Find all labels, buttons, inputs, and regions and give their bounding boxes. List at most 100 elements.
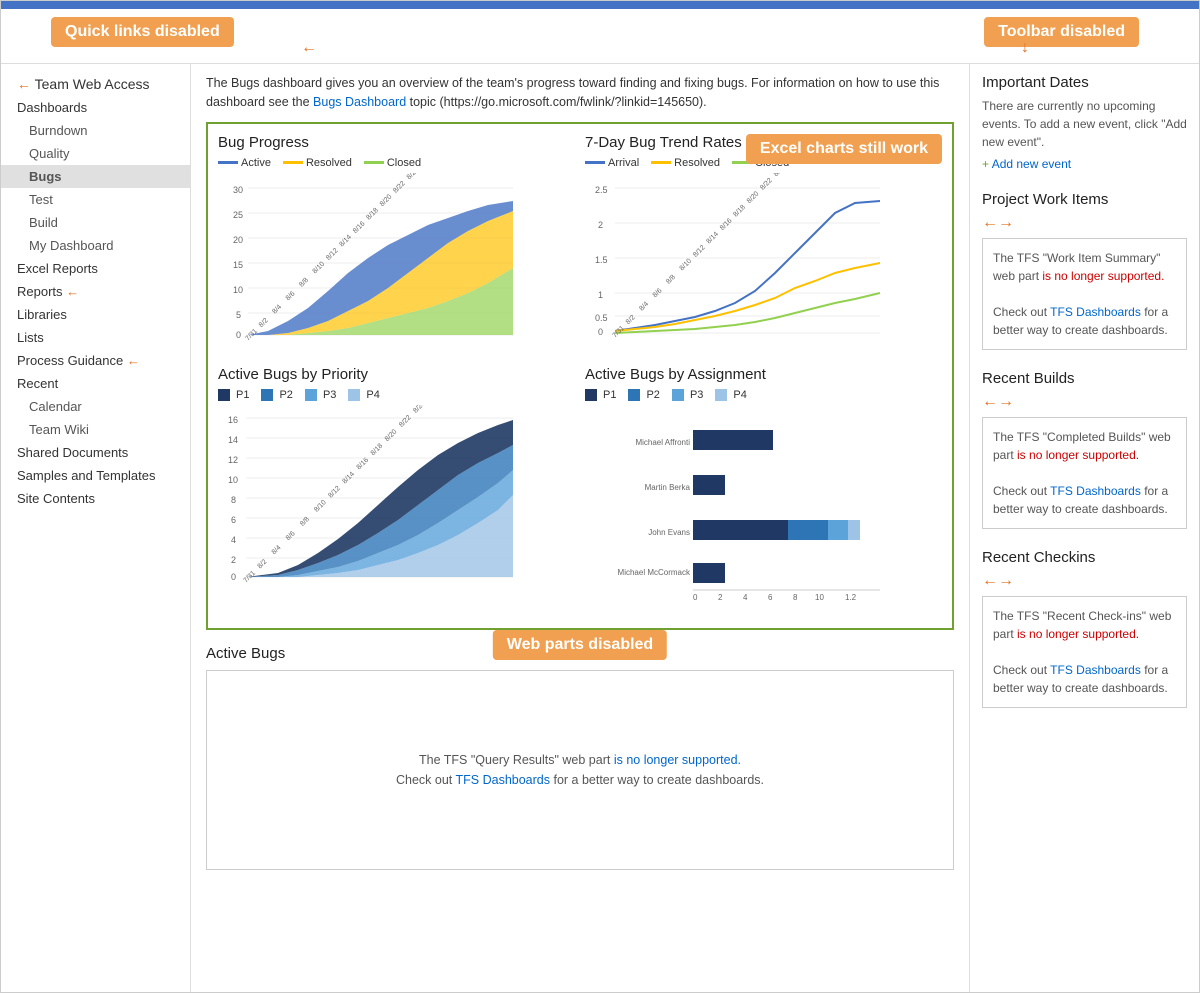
bar-affronti-p1	[693, 430, 773, 450]
tfs-dashboards-link-1[interactable]: TFS Dashboards	[456, 773, 550, 787]
sidebar-item-my-dashboard[interactable]: My Dashboard	[1, 234, 190, 257]
quick-links-arrow: ←	[301, 39, 317, 57]
svg-text:8/16: 8/16	[719, 217, 734, 232]
bug-progress-chart: Bug Progress Active Resolved	[218, 134, 575, 356]
svg-text:8/16: 8/16	[352, 220, 367, 235]
trend-rates-chart: 7-Day Bug Trend Rates Arrival Resolved	[585, 134, 942, 356]
svg-text:2: 2	[718, 593, 723, 602]
svg-text:8/24: 8/24	[773, 173, 788, 178]
p2-color	[261, 389, 273, 401]
sidebar-item-quality[interactable]: Quality	[1, 142, 190, 165]
svg-text:8/4: 8/4	[271, 544, 283, 556]
sidebar-item-lists[interactable]: Lists	[1, 326, 190, 349]
query-not-supported-link[interactable]: is no longer supported.	[614, 753, 741, 767]
recent-builds-box: The TFS "Completed Builds" web part is n…	[982, 417, 1187, 529]
tfs-dashboards-link-2[interactable]: TFS Dashboards	[1050, 305, 1141, 319]
active-bugs-webpart: The TFS "Query Results" web part is no l…	[206, 670, 954, 870]
svg-text:30: 30	[233, 185, 243, 195]
sidebar-item-dashboards[interactable]: Dashboards	[1, 96, 190, 119]
important-dates-section: Important Dates There are currently no u…	[982, 74, 1187, 171]
sidebar-item-libraries[interactable]: Libraries	[1, 303, 190, 326]
sidebar-item-reports[interactable]: Reports ←	[1, 280, 190, 303]
project-work-arrow: ←→	[982, 214, 1014, 232]
svg-text:8/18: 8/18	[732, 203, 747, 218]
svg-text:8/22: 8/22	[392, 179, 407, 194]
sidebar-item-test[interactable]: Test	[1, 188, 190, 211]
legend-closed-label: Closed	[387, 157, 421, 169]
assign-legend-p1: P1	[585, 389, 616, 401]
svg-text:8/4: 8/4	[271, 303, 283, 315]
recent-checkins-title: Recent Checkins	[982, 549, 1187, 566]
bug-progress-title: Bug Progress	[218, 134, 575, 151]
bar-evans-p1	[693, 520, 788, 540]
add-event-button[interactable]: Add new event	[982, 157, 1187, 171]
checkins-not-supported: is no longer supported.	[1017, 627, 1139, 641]
svg-text:8/10: 8/10	[313, 499, 328, 514]
sidebar-item-excel-reports[interactable]: Excel Reports	[1, 257, 190, 280]
assignment-chart: Active Bugs by Assignment P1 P2 P3	[585, 366, 942, 608]
assignment-legend: P1 P2 P3 P4	[585, 389, 942, 401]
svg-text:15: 15	[233, 260, 243, 270]
sidebar-item-bugs[interactable]: Bugs	[1, 165, 190, 188]
svg-text:8: 8	[793, 593, 798, 602]
svg-text:2.5: 2.5	[595, 185, 608, 195]
sidebar-item-build[interactable]: Build	[1, 211, 190, 234]
trend-legend-arrival: Arrival	[585, 157, 639, 169]
trend-resolved-label: Resolved	[674, 157, 720, 169]
bugs-dashboard-link[interactable]: Bugs Dashboard	[313, 95, 406, 109]
recent-builds-section: Recent Builds ←→ The TFS "Completed Buil…	[982, 370, 1187, 529]
assign-legend-p2: P2	[628, 389, 659, 401]
sidebar-item-samples-templates[interactable]: Samples and Templates	[1, 464, 190, 487]
svg-text:Martin Berka: Martin Berka	[645, 483, 691, 492]
svg-text:20: 20	[233, 235, 243, 245]
sidebar-item-recent[interactable]: Recent	[1, 372, 190, 395]
sidebar-item-burndown[interactable]: Burndown	[1, 119, 190, 142]
svg-text:0: 0	[693, 593, 698, 602]
svg-text:2: 2	[231, 555, 236, 565]
svg-text:8/2: 8/2	[258, 317, 270, 329]
svg-text:8/10: 8/10	[679, 257, 694, 272]
recent-builds-arrow: ←→	[982, 393, 1014, 411]
project-work-arrow-row: ←→	[982, 214, 1187, 232]
svg-text:0: 0	[236, 330, 241, 340]
important-dates-title: Important Dates	[982, 74, 1187, 91]
checkins-text: The TFS "Recent Check-ins" web part is n…	[993, 607, 1176, 643]
priority-legend-p3: P3	[305, 389, 336, 401]
svg-text:10: 10	[233, 285, 243, 295]
svg-text:12: 12	[228, 455, 238, 465]
recent-checkins-arrow-row: ←→	[982, 572, 1187, 590]
tfs-dashboards-link-4[interactable]: TFS Dashboards	[1050, 663, 1141, 677]
sidebar-item-process-guidance[interactable]: Process Guidance ←	[1, 349, 190, 372]
bar-evans-p4	[848, 520, 860, 540]
priority-legend-p1: P1	[218, 389, 249, 401]
svg-text:0: 0	[231, 572, 236, 582]
svg-text:8/8: 8/8	[299, 515, 311, 527]
builds-check: Check out TFS Dashboards for a better wa…	[993, 482, 1176, 518]
svg-text:16: 16	[228, 415, 238, 425]
trend-resolved-dot	[651, 161, 671, 164]
sidebar-item-team-wiki[interactable]: Team Wiki	[1, 418, 190, 441]
svg-text:8/12: 8/12	[325, 247, 340, 262]
svg-text:25: 25	[233, 210, 243, 220]
work-item-not-supported: is no longer supported.	[1042, 269, 1164, 283]
svg-text:8/18: 8/18	[370, 442, 385, 457]
charts-row-1: Bug Progress Active Resolved	[218, 134, 942, 356]
tfs-dashboards-link-3[interactable]: TFS Dashboards	[1050, 484, 1141, 498]
svg-text:2: 2	[598, 220, 603, 230]
svg-text:6: 6	[768, 593, 773, 602]
svg-text:8/6: 8/6	[285, 530, 297, 542]
sidebar-item-calendar[interactable]: Calendar	[1, 395, 190, 418]
priority-legend: P1 P2 P3 P4	[218, 389, 575, 401]
sidebar-item-team-web-access[interactable]: ← Team Web Access	[1, 72, 190, 96]
svg-text:8/12: 8/12	[692, 244, 707, 259]
priority-svg: 16 14 12 10 8 6 4 2 0	[218, 405, 518, 605]
svg-text:10: 10	[228, 475, 238, 485]
sidebar-item-site-contents[interactable]: Site Contents	[1, 487, 190, 510]
recent-checkins-box: The TFS "Recent Check-ins" web part is n…	[982, 596, 1187, 708]
project-work-items-section: Project Work Items ←→ The TFS "Work Item…	[982, 191, 1187, 350]
svg-text:10: 10	[815, 593, 824, 602]
svg-text:8/12: 8/12	[327, 484, 342, 499]
builds-text: The TFS "Completed Builds" web part is n…	[993, 428, 1176, 464]
sidebar-item-shared-documents[interactable]: Shared Documents	[1, 441, 190, 464]
svg-text:8/4: 8/4	[638, 300, 650, 312]
